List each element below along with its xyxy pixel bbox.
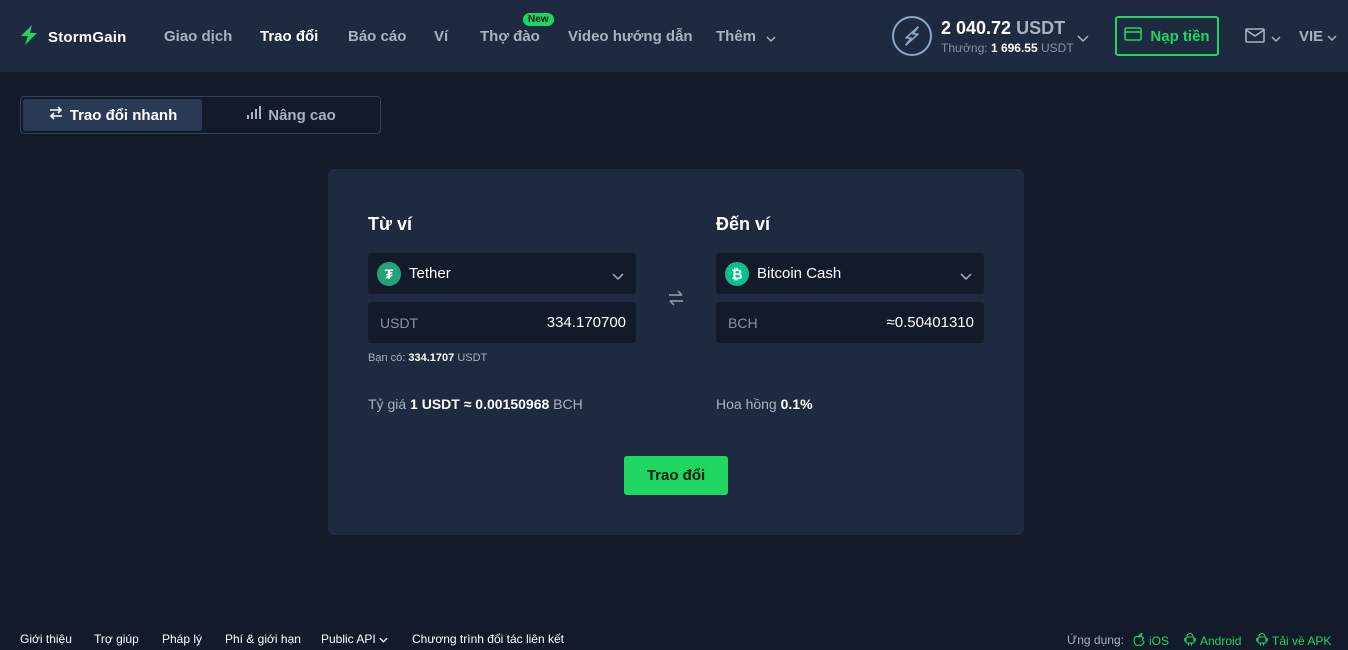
available-balance: Bạn có: 334.1707 USDT [368,352,487,364]
balance-currency: USDT [1016,18,1066,38]
language-label: VIE [1299,28,1324,45]
android-icon [1256,633,1268,649]
chevron-down-icon [766,29,776,46]
tab-advanced[interactable]: Nâng cao [202,99,380,131]
app-link-ios[interactable]: iOS [1133,632,1170,649]
apple-icon [1133,632,1145,649]
lightning-circle-icon[interactable] [892,16,932,56]
app-link-android[interactable]: Android [1184,633,1241,649]
app-link-ios-label: iOS [1149,634,1170,648]
footer-link-public-api-label: Public API [321,632,376,646]
to-wallet-select[interactable]: ₿ Bitcoin Cash [716,253,984,294]
language-selector[interactable]: VIE [1299,28,1337,45]
nav-item-more-label: Thêm [716,28,757,45]
from-wallet-select[interactable]: ₮ Tether [368,253,636,294]
footer-link-public-api[interactable]: Public API [321,632,388,646]
bonus-balance: Thưởng: 1 696.55 USDT [941,41,1074,55]
from-amount-currency: USDT [380,314,419,331]
balance-value: 2 040.72 [941,18,1012,38]
tether-icon: ₮ [377,261,401,286]
card-icon [1124,27,1143,45]
exchange-rate: Tỷ giá 1 USDT ≈ 0.00150968 BCH [368,396,583,412]
tab-quick-exchange-label: Trao đổi nhanh [69,106,178,124]
chevron-down-icon [1327,28,1337,45]
nav-item-wallet[interactable]: Ví [434,28,448,45]
from-wallet-title: Từ ví [368,214,413,234]
tab-quick-exchange[interactable]: Trao đổi nhanh [23,99,202,131]
chevron-down-icon [379,632,388,646]
swap-arrows-icon[interactable] [666,288,686,313]
from-coin-label: Tether [409,265,451,282]
bolt-logo-icon [18,24,40,51]
messages-menu[interactable] [1245,28,1281,48]
to-amount-currency: BCH [728,314,758,331]
footer-link-legal[interactable]: Pháp lý [162,632,202,646]
tab-advanced-label: Nâng cao [268,106,336,124]
rate-to-currency: BCH [553,396,583,412]
apps-label: Ứng dụng: [1067,633,1124,647]
app-link-apk[interactable]: Tải về APK [1256,633,1331,649]
deposit-label: Nạp tiền [1150,27,1210,45]
top-header: StormGain Giao dịch Trao đổi Báo cáo Ví … [0,0,1348,72]
bitcoin-cash-icon: ₿ [725,261,749,286]
from-amount-value: 334.170700 [546,314,626,331]
bonus-currency: USDT [1041,41,1074,55]
brand-name: StormGain [48,29,127,46]
bonus-value: 1 696.55 [990,41,1038,55]
to-amount-value: ≈0.50401310 [886,314,974,331]
from-amount-field[interactable]: USDT 334.170700 [368,302,636,343]
swap-arrows-icon [48,106,64,124]
chevron-down-icon[interactable] [1077,30,1089,48]
exchange-mode-tabs: Trao đổi nhanh Nâng cao [20,96,381,134]
available-value: 334.1707 [408,352,455,364]
chevron-down-icon [1271,29,1281,47]
rate-from-amount: 1 [410,396,418,412]
bar-chart-icon [246,106,262,124]
commission-value: 0.1% [780,396,813,412]
rate-label: Tỷ giá [368,396,407,412]
exchange-button[interactable]: Trao đổi [624,456,728,495]
to-amount-field[interactable]: BCH ≈0.50401310 [716,302,984,343]
app-link-apk-label: Tải về APK [1272,634,1332,648]
nav-item-miner[interactable]: Thợ đào [480,28,540,45]
nav-item-reports[interactable]: Báo cáo [348,28,406,45]
available-currency: USDT [457,352,488,364]
available-label: Bạn có: [368,352,406,364]
chevron-down-icon [960,268,972,286]
rate-approx: ≈ [463,396,472,412]
balance-amount: 2 040.72 USDT [941,18,1065,39]
nav-item-exchange[interactable]: Trao đổi [260,28,318,45]
rate-to-amount: 0.00150968 [475,396,550,412]
commission: Hoa hồng 0.1% [716,396,813,412]
nav-item-more[interactable]: Thêm [716,28,776,46]
bonus-label: Thưởng: [941,41,988,55]
footer-link-about[interactable]: Giới thiệu [20,632,72,646]
new-badge: New [523,13,554,26]
nav-item-trade[interactable]: Giao dịch [164,28,232,45]
chevron-down-icon [612,268,624,286]
android-icon [1184,633,1196,649]
exchange-card: Từ ví ₮ Tether USDT 334.170700 Bạn có: 3… [328,169,1024,535]
deposit-button[interactable]: Nạp tiền [1115,16,1219,56]
brand-logo[interactable]: StormGain [18,24,126,51]
to-wallet-title: Đến ví [716,214,771,234]
rate-from-currency: USDT [421,396,460,412]
nav-item-video-guide[interactable]: Video hướng dẫn [568,28,693,45]
footer-link-affiliate[interactable]: Chương trình đối tác liên kết [412,632,564,646]
footer-link-fees[interactable]: Phí & giới hạn [225,632,301,646]
to-coin-label: Bitcoin Cash [757,265,842,282]
mail-icon [1245,28,1265,48]
footer-link-help[interactable]: Trợ giúp [94,632,139,646]
commission-label: Hoa hồng [716,396,777,412]
app-link-android-label: Android [1200,634,1242,648]
